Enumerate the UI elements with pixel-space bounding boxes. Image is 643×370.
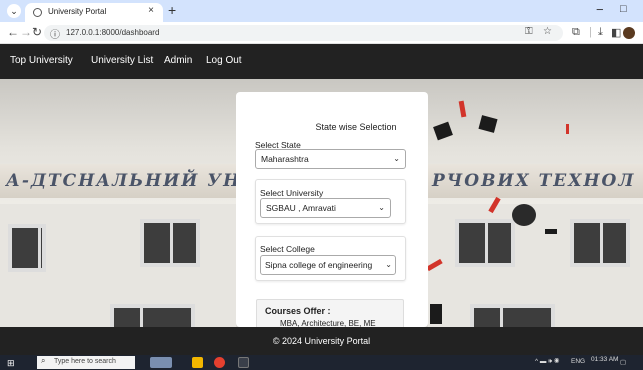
site-footer: © 2024 University Portal [0, 327, 643, 355]
sign-text-left: А-ДТСНАЛЬНИЙ УН [6, 171, 242, 191]
tray-icons[interactable]: ^ ▬ 🕪 ◉ [535, 358, 559, 366]
courses-title: Courses Offer : [265, 306, 331, 316]
address-bar[interactable]: ⓘ 127.0.0.1:8000/dashboard ⚿ ☆ [44, 25, 563, 41]
tab-close-button[interactable]: × [148, 5, 154, 16]
state-select-value: Maharashtra [261, 154, 309, 164]
college-select[interactable]: Sipna college of engineering ⌄ [260, 255, 396, 275]
site-info-icon[interactable]: ⓘ [50, 26, 60, 41]
back-arrow-icon[interactable]: ← [7, 25, 19, 39]
news-widget-icon[interactable] [150, 357, 172, 368]
building-window [8, 224, 46, 272]
maximize-button[interactable]: □ [620, 3, 627, 15]
browser-toolbar: ← → ↻ ⓘ 127.0.0.1:8000/dashboard ⚿ ☆ ⧉ |… [0, 22, 643, 44]
graduation-cap [433, 121, 453, 141]
nav-university-list[interactable]: University List [91, 55, 153, 66]
star-icon[interactable]: ☆ [543, 26, 552, 37]
building-window [455, 219, 515, 267]
url-text[interactable]: 127.0.0.1:8000/dashboard [66, 28, 159, 37]
app-icon[interactable] [238, 357, 249, 368]
minimize-button[interactable]: − [596, 2, 604, 17]
chrome-icon[interactable] [214, 357, 225, 368]
building-window [110, 304, 195, 327]
state-select[interactable]: Maharashtra ⌄ [255, 149, 406, 169]
nav-admin[interactable]: Admin [164, 55, 192, 66]
graduation-cap [512, 204, 536, 226]
nav-log-out[interactable]: Log Out [206, 55, 242, 66]
file-explorer-icon[interactable] [192, 357, 203, 368]
new-tab-button[interactable]: + [168, 2, 176, 18]
favicon-icon [33, 8, 42, 17]
taskbar-search[interactable]: ⌕ Type here to search [37, 356, 135, 369]
confetti-streamer [566, 124, 569, 134]
university-label: Select University [260, 188, 324, 198]
sign-text-right: РЧОВИХ ТЕХНОЛ [432, 171, 636, 191]
download-icon[interactable]: ⤓ [598, 26, 603, 39]
sidebar-icon[interactable]: ◧ [611, 26, 621, 39]
notification-icon[interactable]: ▢ [620, 358, 626, 366]
browser-tab-strip: ⌄ University Portal × + − □ [0, 0, 643, 22]
chevron-down-icon: ⌄ [378, 203, 385, 212]
taskbar-search-placeholder: Type here to search [54, 358, 116, 365]
courses-offer-box: Courses Offer : MBA, Architecture, BE, M… [256, 299, 404, 327]
building-window [140, 219, 200, 267]
building-window [470, 304, 555, 327]
graduation-cap [478, 115, 498, 133]
university-select-value: SGBAU , Amravati [266, 203, 336, 213]
browser-tab[interactable]: University Portal × [25, 3, 163, 22]
puzzle-icon[interactable]: ⧉ [572, 26, 580, 39]
chevron-down-icon: ⌄ [393, 154, 400, 163]
search-icon: ⌕ [41, 356, 46, 365]
card-title: State wise Selection [315, 122, 397, 132]
university-select[interactable]: SGBAU , Amravati ⌄ [260, 198, 391, 218]
graduation-cap [545, 229, 557, 234]
key-icon[interactable]: ⚿ [525, 26, 533, 37]
clock[interactable]: 01:33 AM [591, 356, 618, 363]
college-select-value: Sipna college of engineering [265, 260, 373, 270]
reload-icon[interactable]: ↻ [32, 25, 42, 39]
taskbar: ⊞ ⌕ Type here to search ^ ▬ 🕪 ◉ ENG 01:3… [0, 355, 643, 370]
site-navbar: Top University University List Admin Log… [0, 44, 643, 79]
building-window [570, 219, 630, 267]
college-label: Select College [260, 244, 315, 254]
divider: | [589, 26, 592, 38]
graduation-cap [430, 304, 442, 324]
forward-arrow-icon[interactable]: → [20, 25, 32, 39]
chevron-down-icon: ⌄ [385, 260, 392, 269]
confetti-streamer [458, 100, 467, 118]
nav-top-university[interactable]: Top University [10, 55, 73, 66]
chevron-down-icon[interactable]: ⌄ [7, 4, 21, 18]
footer-text: © 2024 University Portal [272, 336, 371, 346]
language-indicator[interactable]: ENG [571, 358, 585, 365]
windows-start-icon[interactable]: ⊞ [7, 358, 15, 369]
courses-value: MBA, Architecture, BE, ME [280, 319, 376, 327]
state-selection-card: State wise Selection Select State Mahara… [236, 92, 428, 327]
avatar-icon[interactable] [623, 27, 635, 39]
tab-title: University Portal [48, 7, 107, 16]
